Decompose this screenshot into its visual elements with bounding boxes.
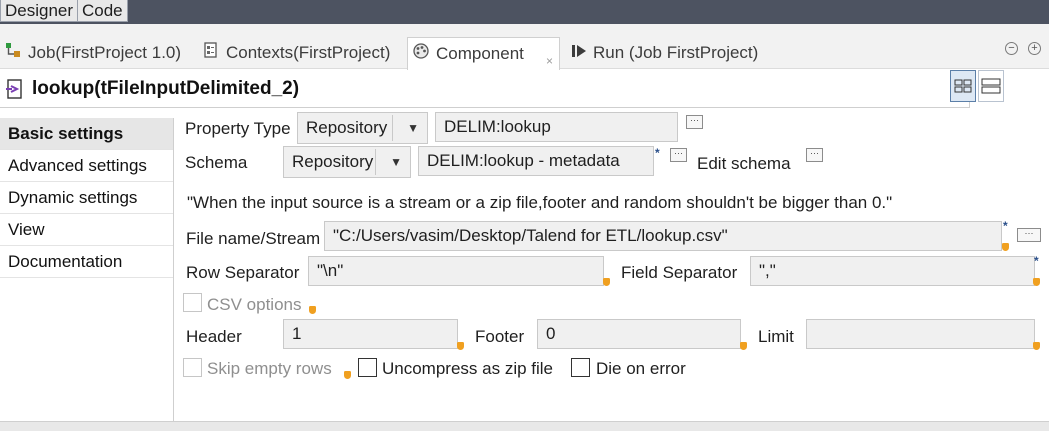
hint-icon [1033, 342, 1040, 350]
hint-icon [457, 342, 464, 350]
designer-tab[interactable]: Designer [0, 0, 79, 22]
tab-contexts-label: Contexts(FirstProject) [226, 43, 391, 62]
select-divider [392, 115, 393, 141]
footer-input[interactable]: 0 [537, 319, 741, 349]
hint-icon [1002, 243, 1009, 251]
file-name-label: File name/Stream [186, 229, 321, 248]
header-label: Header [186, 327, 242, 346]
csv-options-label: CSV options [207, 295, 302, 314]
file-browse-button[interactable]: ··· [1017, 228, 1041, 242]
select-divider [375, 149, 376, 175]
limit-label: Limit [758, 327, 794, 346]
hint-icon [603, 278, 610, 286]
grid-layout-toggle[interactable] [950, 70, 976, 102]
chevron-down-icon: ▼ [407, 121, 419, 135]
maximize-button[interactable]: + [1028, 42, 1041, 55]
required-marker: * [655, 146, 660, 160]
uncompress-zip-label: Uncompress as zip file [382, 359, 554, 378]
hint-icon [1033, 278, 1040, 286]
chevron-down-icon: ▼ [390, 155, 402, 169]
tab-component[interactable]: Component × [407, 37, 560, 70]
schema-mode: Repository [292, 152, 374, 171]
stream-warning-text: "When the input source is a stream or a … [187, 193, 893, 212]
limit-input[interactable] [806, 319, 1035, 349]
uncompress-zip-checkbox[interactable] [358, 358, 377, 377]
code-tab[interactable]: Code [77, 0, 128, 22]
property-type-browse-button[interactable]: ··· [686, 115, 703, 129]
component-palette-icon [412, 41, 430, 69]
nav-documentation[interactable]: Documentation [0, 246, 173, 278]
property-type-select[interactable]: Repository ▼ [297, 112, 428, 144]
edit-schema-label: Edit schema [697, 154, 791, 173]
die-on-error-checkbox[interactable] [571, 358, 590, 377]
job-icon [4, 40, 22, 68]
schema-select[interactable]: Repository ▼ [283, 146, 411, 178]
hint-icon [740, 342, 747, 350]
file-input-icon [6, 79, 28, 104]
run-icon [571, 40, 587, 68]
schema-value: DELIM:lookup - metadata [418, 146, 654, 176]
bottom-scroll-area [0, 421, 1049, 431]
component-title-bar: lookup(tFileInputDelimited_2) [0, 70, 970, 108]
schema-label: Schema [185, 153, 248, 172]
tab-job-label: Job(FirstProject 1.0) [28, 43, 182, 62]
field-separator-label: Field Separator [621, 263, 738, 282]
view-tab-bar: Job(FirstProject 1.0) Contexts(FirstProj… [0, 24, 1049, 70]
tab-contexts[interactable]: Contexts(FirstProject) [202, 39, 390, 69]
required-marker: * [1003, 219, 1008, 233]
settings-nav: Basic settings Advanced settings Dynamic… [0, 118, 174, 421]
editor-mode-bar: Designer Code [0, 0, 1049, 24]
tab-run-label: Run (Job FirstProject) [593, 43, 759, 62]
nav-dynamic-settings[interactable]: Dynamic settings [0, 182, 173, 214]
field-separator-input[interactable]: "," [750, 256, 1035, 286]
tab-job[interactable]: Job(FirstProject 1.0) [4, 39, 181, 69]
nav-view[interactable]: View [0, 214, 173, 246]
skip-empty-rows-checkbox[interactable] [183, 358, 202, 377]
tab-component-label: Component [436, 44, 524, 63]
property-type-label: Property Type [185, 119, 291, 138]
csv-options-checkbox[interactable] [183, 293, 202, 312]
required-marker: * [1034, 254, 1039, 268]
row-separator-label: Row Separator [186, 263, 300, 282]
minimize-button[interactable]: − [1005, 42, 1018, 55]
die-on-error-label: Die on error [596, 359, 686, 378]
tab-run[interactable]: Run (Job FirstProject) [571, 39, 758, 69]
edit-schema-button[interactable]: ··· [806, 148, 823, 162]
component-title: lookup(tFileInputDelimited_2) [32, 78, 300, 99]
property-type-value: DELIM:lookup [435, 112, 678, 142]
nav-basic-settings[interactable]: Basic settings [0, 118, 173, 150]
schema-browse-button[interactable]: ··· [670, 148, 687, 162]
nav-advanced-settings[interactable]: Advanced settings [0, 150, 173, 182]
list-layout-toggle[interactable] [978, 70, 1004, 102]
hint-icon [344, 371, 351, 379]
hint-icon [309, 306, 316, 314]
contexts-icon [202, 40, 220, 68]
row-separator-input[interactable]: "\n" [308, 256, 604, 286]
footer-label: Footer [475, 327, 525, 346]
file-name-input[interactable]: "C:/Users/vasim/Desktop/Talend for ETL/l… [324, 221, 1002, 251]
property-type-mode: Repository [306, 118, 388, 137]
header-input[interactable]: 1 [283, 319, 458, 349]
skip-empty-rows-label: Skip empty rows [207, 359, 332, 378]
